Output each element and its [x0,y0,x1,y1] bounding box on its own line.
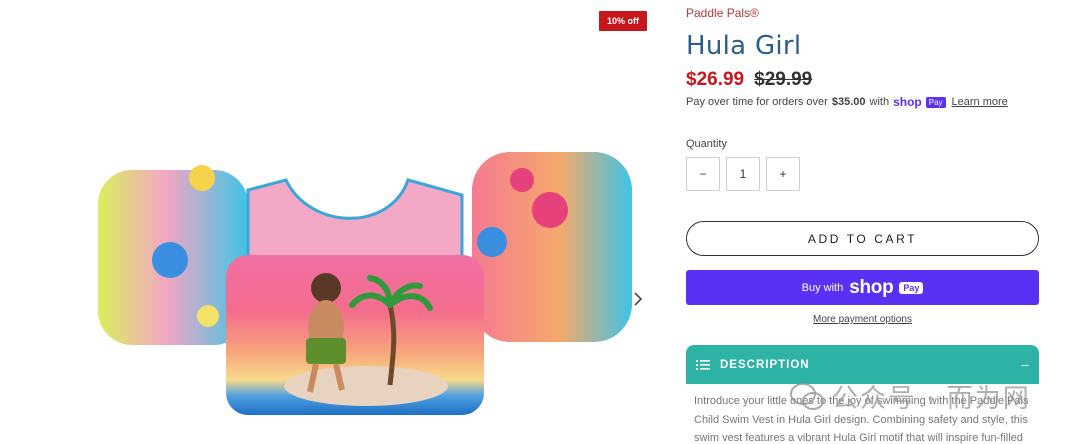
installments-with: with [869,96,890,108]
quantity-input[interactable]: 1 [726,157,760,191]
product-title: Hula Girl [686,31,802,61]
learn-more-link[interactable]: Learn more [952,96,1008,108]
pay-badge: Pay [899,281,924,294]
product-gallery: 10% off [0,0,660,444]
buy-with-shop-pay-button[interactable]: Buy with shop Pay [686,270,1039,305]
shop-pay-badge: Pay [925,96,946,108]
sale-price: $26.99 [686,69,745,90]
collapse-icon: − [1020,356,1029,373]
list-icon [696,359,710,370]
watermark-text: 公众号 · 而为网 [832,384,1031,414]
shop-pay-logo: shop [893,95,922,109]
chevron-right-icon [634,292,643,306]
product-image[interactable] [90,140,650,420]
minus-icon: − [699,167,707,181]
next-image-button[interactable] [627,288,649,310]
installments-prefix: Pay over time for orders over [686,96,828,108]
description-line: swim vest features a vibrant Hula Girl m… [694,432,1023,444]
buy-with-label: Buy with [801,281,844,294]
plus-icon: + [779,167,787,181]
description-heading: DESCRIPTION [720,358,810,371]
quantity-decrease-button[interactable]: − [686,157,720,191]
wechat-icon [790,382,824,410]
quantity-stepper: − 1 + [686,157,800,191]
installments-banner: Pay over time for orders over $35.00 wit… [686,95,1008,109]
quantity-label: Quantity [686,138,727,150]
vendor-link[interactable]: Paddle Pals® [686,6,759,20]
installments-amount: $35.00 [831,96,866,108]
more-payment-options-link[interactable]: More payment options [686,314,1039,325]
compare-at-price: $29.99 [754,69,813,90]
quantity-increase-button[interactable]: + [766,157,800,191]
watermark: 公众号 · 而为网 [790,378,1031,415]
price-row: $26.99 $29.99 [686,69,812,91]
add-to-cart-button[interactable]: ADD TO CART [686,221,1039,256]
shop-logo: shop [849,276,894,298]
discount-badge: 10% off [599,11,647,31]
